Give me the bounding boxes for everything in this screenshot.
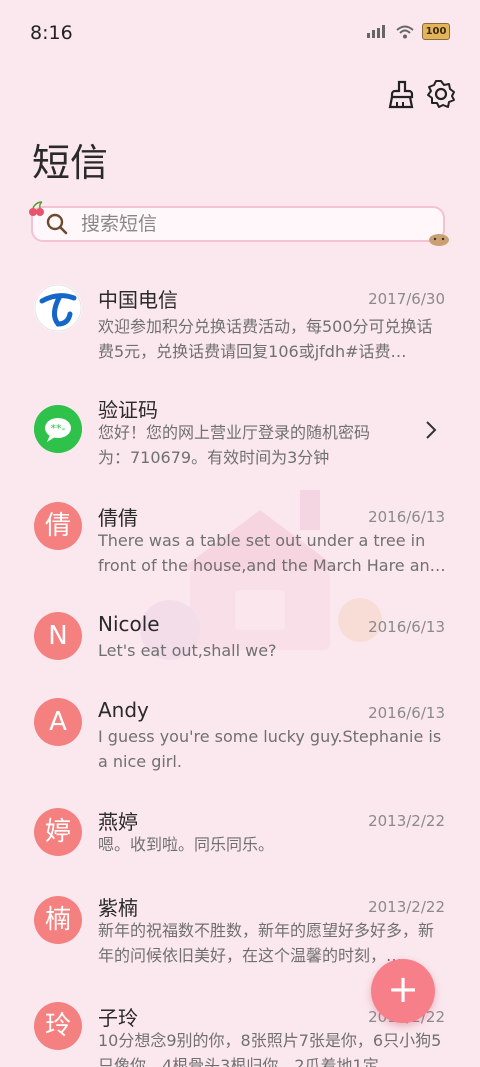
- contact-avatar: 倩: [34, 502, 82, 550]
- conversation-preview: 嗯。收到啦。同乐同乐。: [98, 835, 275, 854]
- clean-brush-icon[interactable]: [385, 78, 417, 110]
- gear-icon[interactable]: [426, 79, 456, 109]
- svg-text:**-: **-: [51, 422, 66, 435]
- conversation-item[interactable]: N Nicole 2016/6/13 Let's eat out,shall w…: [0, 612, 480, 672]
- plus-icon: +: [387, 967, 419, 1011]
- conversation-name: 验证码: [98, 398, 158, 422]
- search-bar[interactable]: [31, 206, 445, 242]
- chevron-right-icon[interactable]: [424, 420, 438, 440]
- conversation-name: 紫楠: [98, 896, 138, 920]
- conversation-name: Nicole: [98, 612, 160, 636]
- search-input[interactable]: [79, 212, 413, 236]
- signal-icon: [367, 24, 385, 38]
- conversation-date: 2013/2/22: [368, 812, 445, 830]
- conversation-name: 燕婷: [98, 810, 138, 834]
- conversation-name: Andy: [98, 698, 149, 722]
- new-message-button[interactable]: +: [371, 959, 435, 1023]
- page-title: 短信: [32, 141, 109, 185]
- contact-avatar: 楠: [34, 896, 82, 944]
- battery-icon: 100: [422, 23, 450, 40]
- conversation-name: 中国电信: [98, 288, 178, 312]
- conversation-preview: There was a table set out under a tree i…: [98, 531, 446, 575]
- conversation-item[interactable]: 婷 燕婷 2013/2/22 嗯。收到啦。同乐同乐。: [0, 806, 480, 866]
- conversation-preview: 您好！您的网上营业厅登录的随机密码为：710679。有效时间为3分钟: [98, 423, 371, 467]
- conversation-item[interactable]: A Andy 2016/6/13 I guess you're some luc…: [0, 698, 480, 778]
- conversation-name: 倩倩: [98, 506, 138, 530]
- status-bar: 8:16 100: [0, 0, 480, 70]
- chat-bubble-icon: **-: [34, 405, 82, 453]
- conversation-date: 2016/6/13: [368, 618, 445, 636]
- conversation-preview: I guess you're some lucky guy.Stephanie …: [98, 727, 442, 771]
- conversation-preview: 欢迎参加积分兑换话费活动，每500分可兑换话费5元，兑换话费请回复106或jfd…: [98, 317, 433, 361]
- conversation-item[interactable]: **- 验证码 您好！您的网上营业厅登录的随机密码为：710679。有效时间为3…: [0, 394, 480, 474]
- bear-decoration: [429, 234, 449, 246]
- conversation-date: 2016/6/13: [368, 508, 445, 526]
- conversation-preview: 10分想念9别的你，8张照片7张是你，6只小狗5只像你，4根骨头3根归你，2瓜着…: [98, 1031, 442, 1067]
- china-telecom-logo-icon: [34, 284, 82, 332]
- status-icons: 100: [366, 23, 450, 40]
- search-icon: [46, 213, 68, 235]
- conversation-date: 2013/2/22: [368, 898, 445, 916]
- status-time: 8:16: [30, 22, 73, 44]
- conversation-date: 2016/6/13: [368, 704, 445, 722]
- contact-avatar: 玲: [34, 1002, 82, 1050]
- contact-avatar: 婷: [34, 808, 82, 856]
- contact-avatar: A: [34, 698, 82, 746]
- conversation-date: 2017/6/30: [368, 290, 445, 308]
- cherry-decoration: [29, 201, 44, 216]
- wifi-icon: [396, 25, 414, 38]
- conversation-name: 子玲: [98, 1006, 138, 1030]
- conversation-preview: Let's eat out,shall we?: [98, 641, 277, 660]
- conversation-item[interactable]: 中国电信 2017/6/30 欢迎参加积分兑换话费活动，每500分可兑换话费5元…: [0, 284, 480, 374]
- conversation-item[interactable]: 倩 倩倩 2016/6/13 There was a table set out…: [0, 502, 480, 582]
- contact-avatar: N: [34, 612, 82, 660]
